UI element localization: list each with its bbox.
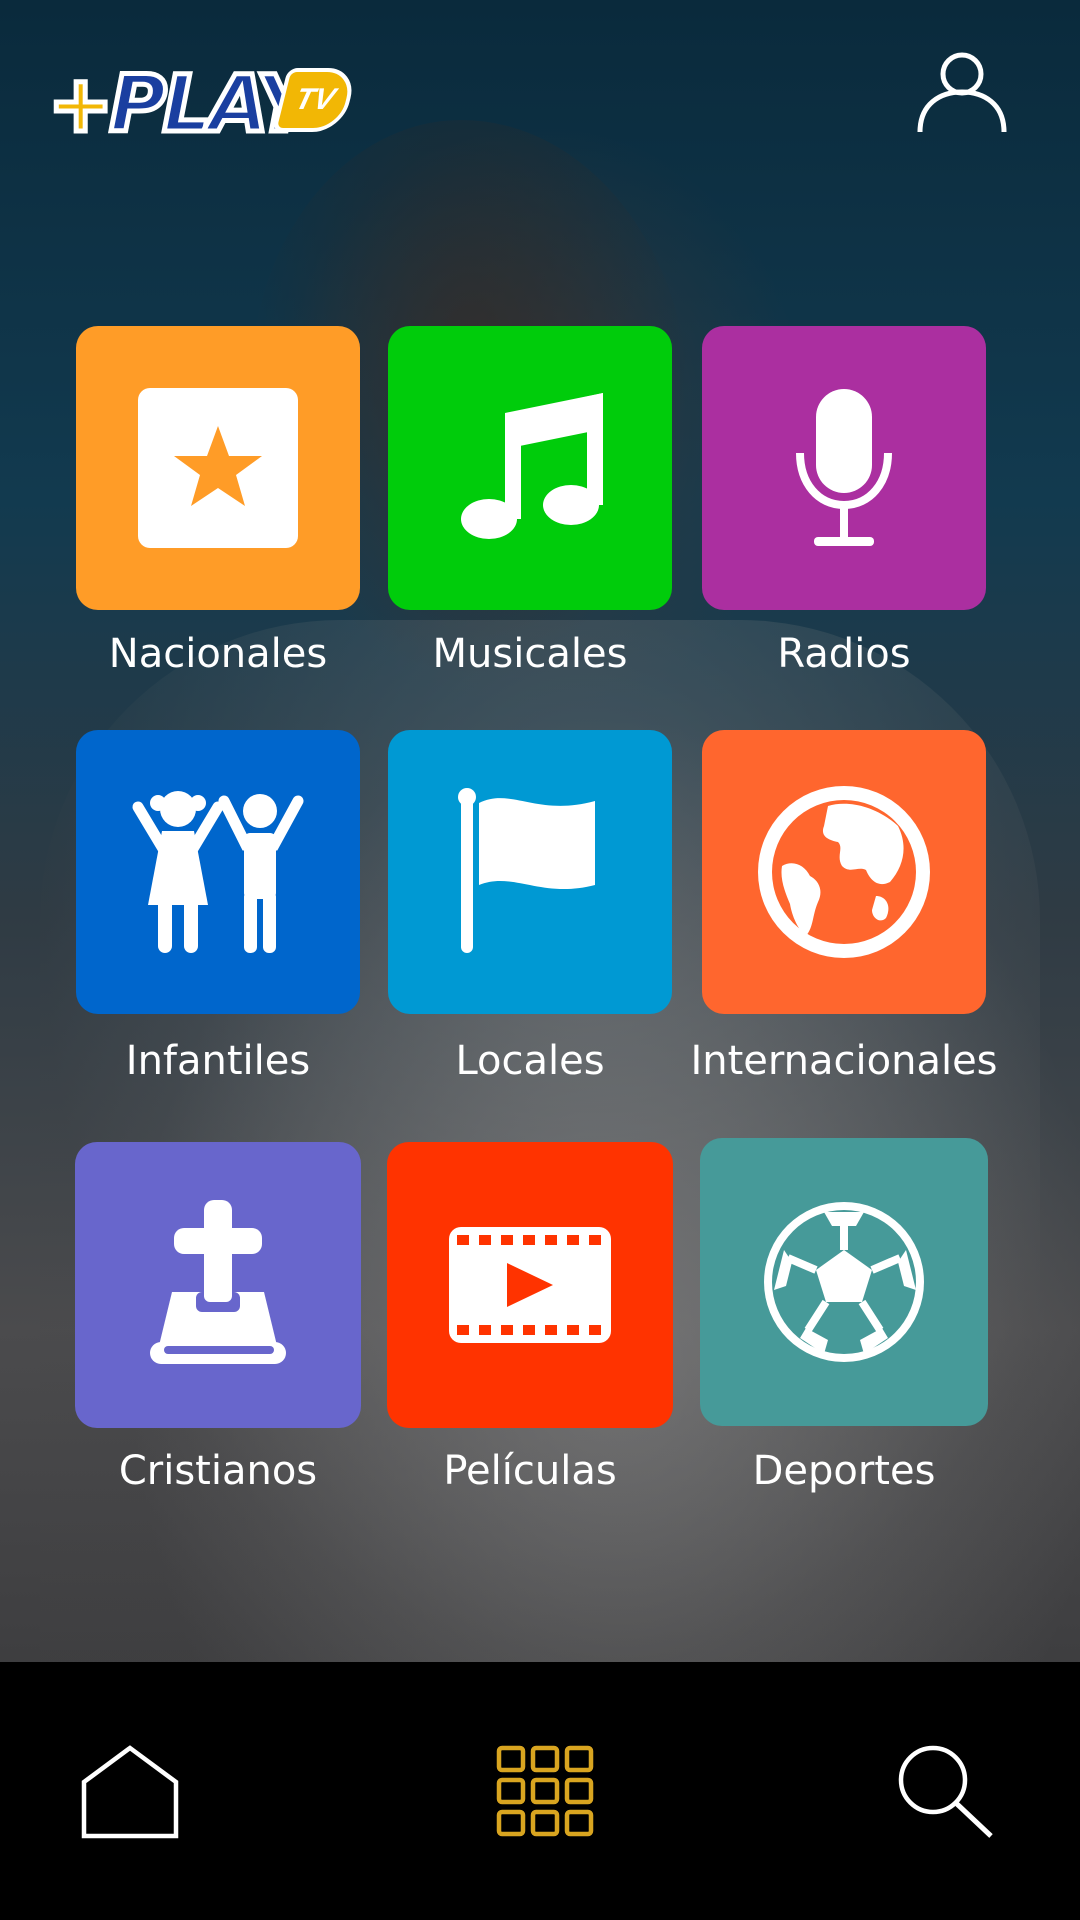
children-icon xyxy=(132,791,304,953)
category-label: Nacionales xyxy=(108,631,328,677)
category-label: Deportes xyxy=(752,1448,936,1494)
soccer-ball-icon xyxy=(764,1202,924,1362)
home-icon xyxy=(81,1745,179,1839)
profile-button[interactable] xyxy=(912,44,1012,144)
category-label: Cristianos xyxy=(118,1448,318,1494)
category-tile-locales[interactable] xyxy=(388,730,672,1014)
app-logo: +PLAY TV xyxy=(45,58,358,153)
category-tile-cristianos[interactable] xyxy=(75,1142,361,1428)
search-icon xyxy=(898,1745,993,1838)
category-tile-nacionales[interactable] xyxy=(76,326,360,610)
category-label: Locales xyxy=(455,1038,605,1084)
user-icon xyxy=(917,52,1007,133)
bible-cross-icon xyxy=(150,1200,286,1364)
category-label: Radios xyxy=(777,631,911,677)
category-tile-internacionales[interactable] xyxy=(702,730,986,1014)
logo-tv-badge: TV xyxy=(272,68,358,132)
category-tile-peliculas[interactable] xyxy=(387,1142,673,1428)
category-tile-radios[interactable] xyxy=(702,326,986,610)
globe-icon xyxy=(758,786,930,958)
category-label: Internacionales xyxy=(690,1038,998,1084)
grid-icon xyxy=(496,1745,594,1837)
microphone-icon xyxy=(796,389,892,546)
category-tile-musicales[interactable] xyxy=(388,326,672,610)
logo-text: +PLAY xyxy=(45,58,314,153)
category-label: Musicales xyxy=(432,631,628,677)
music-note-icon xyxy=(461,393,603,539)
flag-icon xyxy=(458,788,595,953)
category-tile-deportes[interactable] xyxy=(700,1138,988,1426)
star-icon xyxy=(138,388,298,548)
nav-search-button[interactable] xyxy=(885,1732,1005,1852)
category-label: Películas xyxy=(443,1448,617,1494)
category-tile-infantiles[interactable] xyxy=(76,730,360,1014)
nav-categories-button[interactable] xyxy=(485,1732,605,1852)
film-icon xyxy=(449,1227,611,1343)
category-label: Infantiles xyxy=(125,1038,311,1084)
nav-home-button[interactable] xyxy=(70,1732,190,1852)
bottom-navigation-bar xyxy=(0,1662,1080,1920)
